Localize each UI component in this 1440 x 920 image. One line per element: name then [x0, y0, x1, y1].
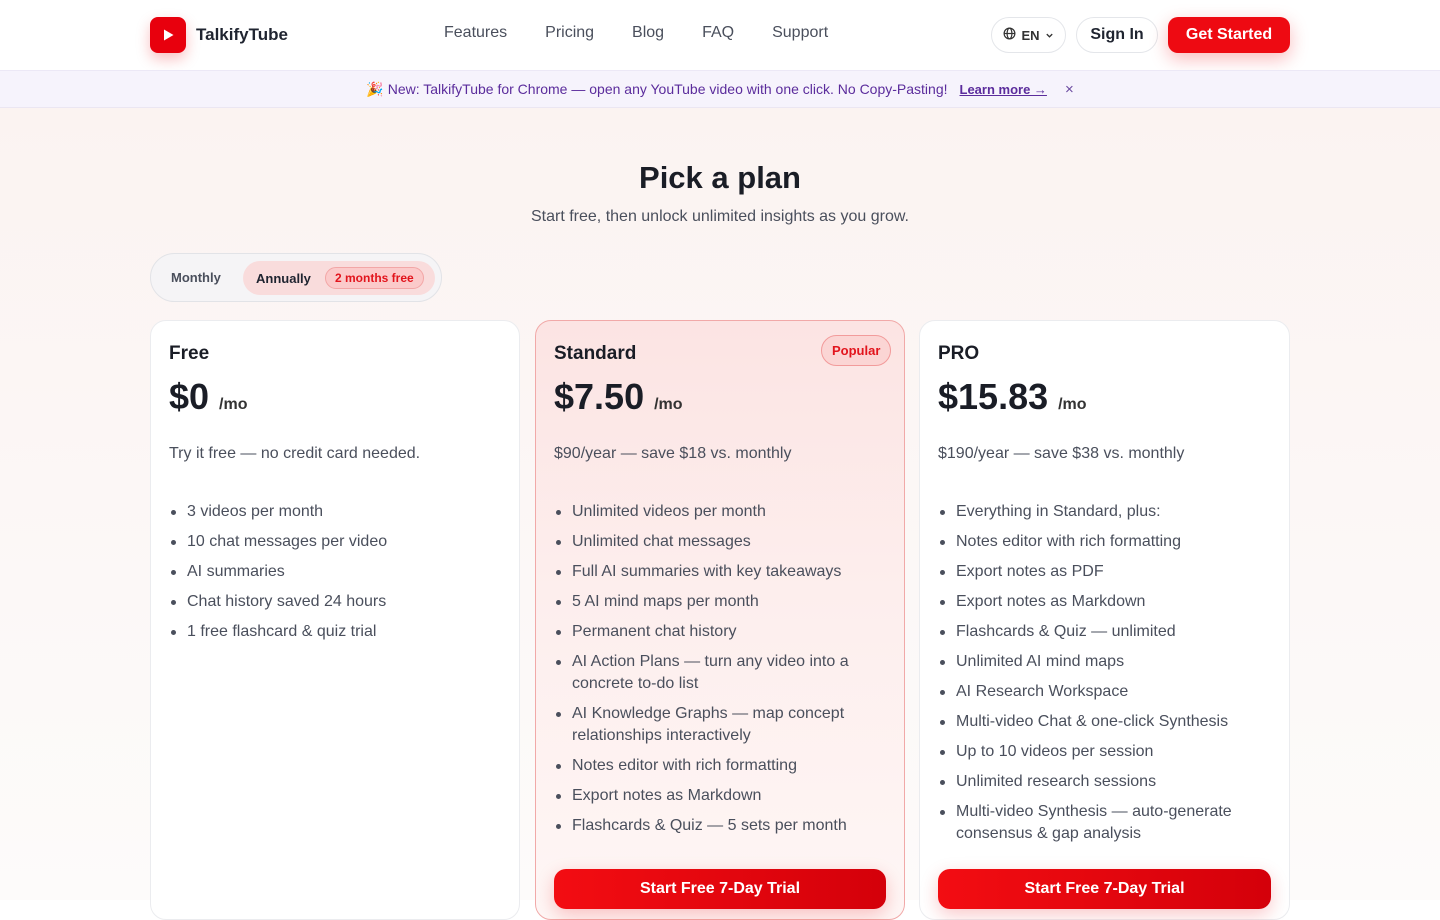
party-icon: 🎉	[366, 80, 384, 97]
list-item: AI Research Workspace	[940, 681, 1276, 703]
plan-price: $0 /mo	[169, 376, 248, 418]
list-item: Export notes as PDF	[940, 561, 1276, 583]
list-item: Unlimited videos per month	[556, 501, 892, 523]
billing-annually-label: Annually	[256, 271, 311, 286]
get-started-button[interactable]: Get Started	[1168, 17, 1290, 53]
plan-card-pro: PRO $15.83 /mo $190/year — save $38 vs. …	[919, 320, 1290, 920]
plan-note: $190/year — save $38 vs. monthly	[938, 445, 1185, 462]
nav-features[interactable]: Features	[444, 24, 507, 42]
language-select[interactable]: EN	[991, 17, 1066, 53]
list-item: Multi-video Synthesis — auto-generate co…	[940, 801, 1276, 845]
feature-list: Unlimited videos per month Unlimited cha…	[556, 501, 892, 845]
billing-monthly-option[interactable]: Monthly	[171, 270, 221, 285]
pricing-section: Pick a plan Start free, then unlock unli…	[0, 108, 1440, 920]
plan-note: Try it free — no credit card needed.	[169, 445, 421, 462]
list-item: Permanent chat history	[556, 621, 892, 643]
plan-name: Standard	[554, 343, 637, 364]
nav-pricing[interactable]: Pricing	[545, 24, 594, 42]
billing-annually-option[interactable]: Annually 2 months free	[243, 261, 435, 295]
price-period: /mo	[219, 396, 248, 413]
globe-icon	[1003, 27, 1016, 43]
nav-support[interactable]: Support	[772, 24, 828, 42]
close-icon[interactable]: ×	[1065, 81, 1074, 98]
price-amount: $15.83	[938, 376, 1049, 417]
billing-toggle: Monthly Annually 2 months free	[150, 253, 442, 302]
list-item: Notes editor with rich formatting	[556, 755, 892, 777]
list-item: Unlimited AI mind maps	[940, 651, 1276, 673]
main-nav: Features Pricing Blog FAQ Support	[444, 24, 866, 42]
plan-card-free: Free $0 /mo Try it free — no credit card…	[150, 320, 520, 920]
list-item: Everything in Standard, plus:	[940, 501, 1276, 523]
plan-card-standard: Standard Popular $7.50 /mo $90/year — sa…	[535, 320, 905, 920]
list-item: Export notes as Markdown	[940, 591, 1276, 613]
list-item: 10 chat messages per video	[171, 531, 507, 553]
play-icon	[150, 17, 186, 53]
brand-logo[interactable]: TalkifyTube	[150, 17, 288, 53]
plan-name: PRO	[938, 343, 980, 364]
plan-price: $15.83 /mo	[938, 376, 1087, 418]
list-item: AI Knowledge Graphs — map concept relati…	[556, 703, 892, 747]
banner-text: New: TalkifyTube for Chrome — open any Y…	[387, 81, 948, 97]
brand-name: TalkifyTube	[196, 25, 288, 44]
list-item: Up to 10 videos per session	[940, 741, 1276, 763]
list-item: Multi-video Chat & one-click Synthesis	[940, 711, 1276, 733]
list-item: AI Action Plans — turn any video into a …	[556, 651, 892, 695]
feature-list: Everything in Standard, plus: Notes edit…	[940, 501, 1276, 853]
start-trial-button[interactable]: Start Free 7-Day Trial	[938, 869, 1271, 909]
page-title: Pick a plan	[639, 160, 801, 195]
list-item: 3 videos per month	[171, 501, 507, 523]
list-item: Unlimited chat messages	[556, 531, 892, 553]
list-item: Flashcards & Quiz — unlimited	[940, 621, 1276, 643]
learn-more-link[interactable]: Learn more →	[960, 82, 1047, 97]
page-subtitle: Start free, then unlock unlimited insigh…	[531, 208, 909, 225]
list-item: Export notes as Markdown	[556, 785, 892, 807]
plan-name: Free	[169, 343, 210, 364]
list-item: Chat history saved 24 hours	[171, 591, 507, 613]
popular-badge: Popular	[821, 335, 892, 366]
start-trial-button[interactable]: Start Free 7-Day Trial	[554, 869, 886, 909]
list-item: 5 AI mind maps per month	[556, 591, 892, 613]
list-item: Full AI summaries with key takeaways	[556, 561, 892, 583]
plan-note: $90/year — save $18 vs. monthly	[554, 445, 792, 462]
chevron-down-icon	[1045, 28, 1054, 43]
list-item: Flashcards & Quiz — 5 sets per month	[556, 815, 892, 837]
price-amount: $0	[169, 376, 210, 417]
list-item: Unlimited research sessions	[940, 771, 1276, 793]
top-header: TalkifyTube Features Pricing Blog FAQ Su…	[0, 0, 1440, 70]
feature-list: 3 videos per month 10 chat messages per …	[171, 501, 507, 651]
sign-in-button[interactable]: Sign In	[1076, 17, 1158, 53]
list-item: AI summaries	[171, 561, 507, 583]
plan-price: $7.50 /mo	[554, 376, 683, 418]
announcement-banner: 🎉 New: TalkifyTube for Chrome — open any…	[0, 70, 1440, 108]
price-period: /mo	[654, 396, 683, 413]
list-item: 1 free flashcard & quiz trial	[171, 621, 507, 643]
language-label: EN	[1021, 27, 1040, 43]
list-item: Notes editor with rich formatting	[940, 531, 1276, 553]
price-amount: $7.50	[554, 376, 645, 417]
discount-badge: 2 months free	[325, 267, 424, 289]
price-period: /mo	[1058, 396, 1087, 413]
nav-faq[interactable]: FAQ	[702, 24, 734, 42]
nav-blog[interactable]: Blog	[632, 24, 664, 42]
